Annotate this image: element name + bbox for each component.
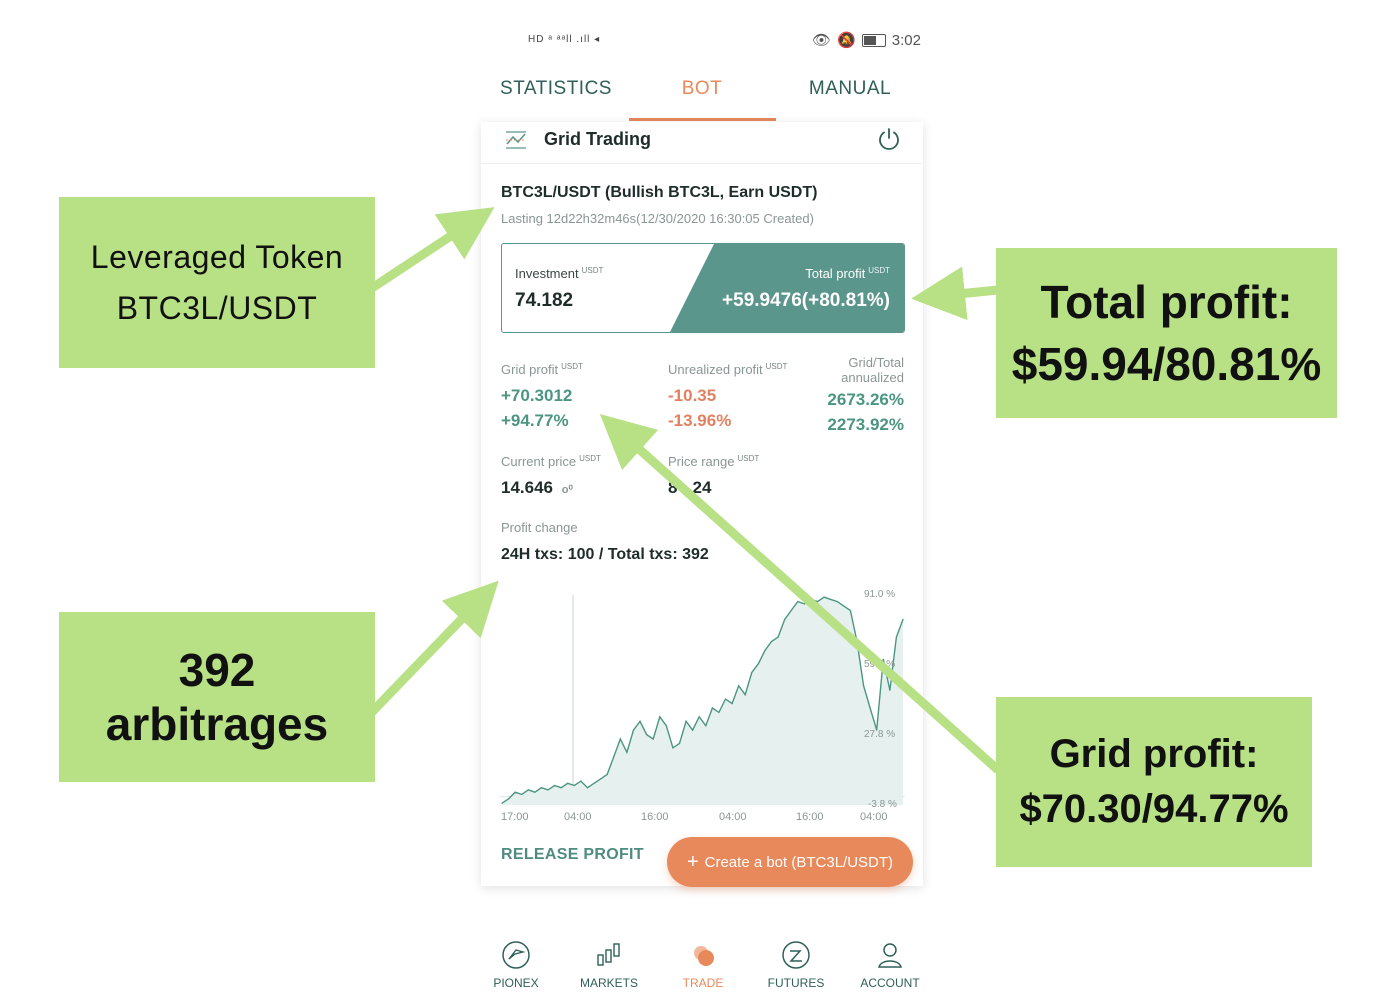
callout-grid-profit: Grid profit: $70.30/94.77% bbox=[996, 697, 1312, 867]
arrow-to-total-profit bbox=[911, 266, 999, 321]
callout-leveraged-token: Leveraged Token BTC3L/USDT bbox=[59, 197, 375, 368]
callout-arbitrages: 392 arbitrages bbox=[59, 612, 375, 782]
arrow-to-pair bbox=[369, 207, 495, 292]
callout-total-profit: Total profit: $59.94/80.81% bbox=[996, 248, 1337, 418]
arrow-to-txs bbox=[368, 580, 499, 716]
arrow-to-grid-profit bbox=[599, 414, 1001, 774]
